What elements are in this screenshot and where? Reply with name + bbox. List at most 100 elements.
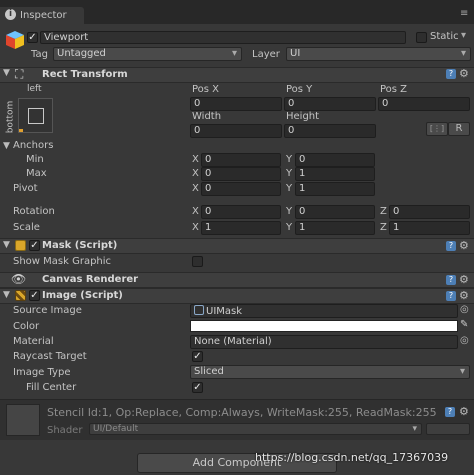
- pos-y-field[interactable]: 0: [284, 97, 376, 111]
- tag-label: Tag: [31, 49, 48, 60]
- image-component-icon: [15, 290, 26, 301]
- raw-edit-label: R: [455, 123, 463, 134]
- anchors-foldout-icon[interactable]: ▼: [3, 141, 10, 151]
- max-y-axis-label: Y: [286, 168, 293, 179]
- anchor-preset-top-label: left: [27, 84, 42, 94]
- raw-edit-button[interactable]: R: [448, 122, 470, 136]
- image-title: Image (Script): [42, 290, 123, 301]
- color-swatch[interactable]: [190, 320, 458, 332]
- max-x-axis-label: X: [192, 168, 199, 179]
- material-picker-icon[interactable]: ◎: [460, 335, 469, 346]
- pos-z-field[interactable]: 0: [378, 97, 470, 111]
- anchor-max-x-field[interactable]: 0: [201, 167, 281, 181]
- source-image-picker-icon[interactable]: ◎: [460, 304, 469, 315]
- color-label: Color: [13, 321, 40, 332]
- static-checkbox[interactable]: [416, 32, 427, 43]
- stencil-text: Stencil Id:1, Op:Replace, Comp:Always, W…: [47, 406, 437, 419]
- tab-inspector-label: Inspector: [20, 10, 67, 21]
- show-mask-graphic-label: Show Mask Graphic: [13, 256, 112, 267]
- image-help-icon[interactable]: ?: [446, 291, 456, 301]
- info-icon: i: [5, 9, 16, 20]
- mask-help-icon[interactable]: ?: [446, 241, 456, 251]
- anchor-presets-button[interactable]: [18, 98, 53, 133]
- eye-icon: 👁: [11, 272, 27, 286]
- shader-edit-button[interactable]: [426, 423, 470, 435]
- scale-z-axis-label: Z: [380, 222, 387, 233]
- material-preview-settings-icon[interactable]: ?: [445, 407, 455, 417]
- fill-center-label: Fill Center: [26, 382, 77, 393]
- source-image-label: Source Image: [13, 305, 82, 316]
- tab-inspector[interactable]: i Inspector: [0, 7, 84, 24]
- rot-z-axis-label: Z: [380, 206, 387, 217]
- tag-dropdown[interactable]: Untagged: [53, 47, 242, 61]
- scale-y-axis-label: Y: [286, 222, 293, 233]
- canvas-renderer-title: Canvas Renderer: [42, 274, 139, 285]
- active-checkbox[interactable]: ✓: [27, 32, 38, 43]
- anchors-label: Anchors: [13, 140, 54, 151]
- pivot-x-field[interactable]: 0: [201, 182, 281, 196]
- material-field[interactable]: None (Material): [190, 335, 458, 349]
- anchor-max-y-field[interactable]: 1: [295, 167, 375, 181]
- pos-z-label: Pos Z: [380, 84, 408, 95]
- material-label: Material: [13, 336, 54, 347]
- script-icon: [15, 240, 26, 251]
- foldout-arrow-icon[interactable]: ▼: [3, 68, 10, 78]
- pos-y-label: Pos Y: [286, 84, 313, 95]
- rot-x-axis-label: X: [192, 206, 199, 217]
- width-field[interactable]: 0: [190, 124, 282, 138]
- blueprint-mode-button[interactable]: [⋮]: [426, 122, 448, 136]
- gear-icon[interactable]: ⚙: [459, 67, 469, 80]
- rotation-y-field[interactable]: 0: [295, 205, 375, 219]
- mask-gear-icon[interactable]: ⚙: [459, 239, 469, 252]
- scale-x-field[interactable]: 1: [201, 221, 281, 235]
- pivot-y-field[interactable]: 1: [295, 182, 375, 196]
- pos-x-field[interactable]: 0: [190, 97, 282, 111]
- pos-x-label: Pos X: [192, 84, 220, 95]
- min-label: Min: [26, 154, 44, 165]
- object-name-field[interactable]: Viewport: [40, 31, 406, 44]
- source-image-value: UIMask: [206, 306, 243, 317]
- image-type-dropdown[interactable]: Sliced: [190, 365, 470, 379]
- rotation-x-field[interactable]: 0: [201, 205, 281, 219]
- material-preview-gear-icon[interactable]: ⚙: [459, 405, 469, 418]
- image-foldout-icon[interactable]: ▼: [3, 290, 10, 300]
- image-enabled-checkbox[interactable]: ✓: [29, 290, 40, 301]
- shader-dropdown[interactable]: UI/Default: [89, 423, 422, 435]
- scale-label: Scale: [13, 222, 40, 233]
- mask-title: Mask (Script): [42, 240, 118, 251]
- layer-dropdown[interactable]: UI: [286, 47, 471, 61]
- scale-z-field[interactable]: 1: [389, 221, 470, 235]
- height-label: Height: [286, 111, 320, 122]
- raycast-target-checkbox[interactable]: ✓: [192, 351, 203, 362]
- fill-center-checkbox[interactable]: ✓: [192, 382, 203, 393]
- eyedropper-icon[interactable]: ✎: [460, 319, 468, 330]
- anchor-min-x-field[interactable]: 0: [201, 153, 281, 167]
- shader-label: Shader: [47, 425, 83, 436]
- canvas-gear-icon[interactable]: ⚙: [459, 273, 469, 286]
- rotation-z-field[interactable]: 0: [389, 205, 470, 219]
- height-field[interactable]: 0: [284, 124, 376, 138]
- anchor-preset-side-label: bottom: [5, 100, 16, 134]
- rot-y-axis-label: Y: [286, 206, 293, 217]
- image-gear-icon[interactable]: ⚙: [459, 289, 469, 302]
- gameobject-cube-icon: [5, 30, 25, 50]
- raycast-target-label: Raycast Target: [13, 351, 87, 362]
- sprite-icon: [194, 305, 204, 315]
- width-label: Width: [192, 111, 222, 122]
- scale-y-field[interactable]: 1: [295, 221, 375, 235]
- canvas-help-icon[interactable]: ?: [446, 275, 456, 285]
- rect-transform-title: Rect Transform: [42, 69, 128, 80]
- anchor-min-y-field[interactable]: 0: [295, 153, 375, 167]
- scale-x-axis-label: X: [192, 222, 199, 233]
- min-x-axis-label: X: [192, 154, 199, 165]
- mask-enabled-checkbox[interactable]: ✓: [29, 240, 40, 251]
- static-dropdown-icon[interactable]: ▾: [461, 30, 466, 41]
- min-y-axis-label: Y: [286, 154, 293, 165]
- tab-menu-icon[interactable]: ≡: [460, 8, 468, 19]
- pivot-y-axis-label: Y: [286, 183, 293, 194]
- help-icon[interactable]: ?: [446, 69, 456, 79]
- max-label: Max: [26, 168, 47, 179]
- show-mask-graphic-checkbox[interactable]: [192, 256, 203, 267]
- source-image-field[interactable]: UIMask: [190, 304, 458, 318]
- mask-foldout-icon[interactable]: ▼: [3, 240, 10, 250]
